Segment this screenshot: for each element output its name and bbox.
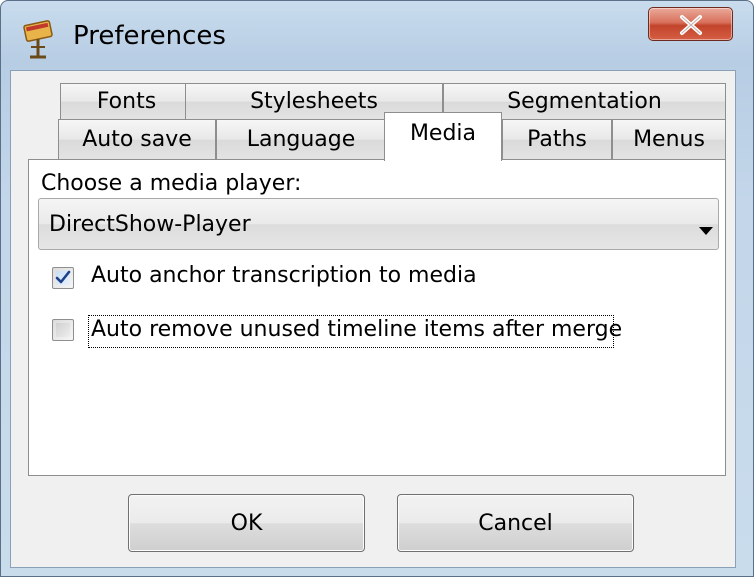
tab-menus[interactable]: Menus xyxy=(612,119,726,159)
preferences-dialog: Preferences Fonts Stylesheets Segmentati… xyxy=(0,0,754,577)
tab-label: Fonts xyxy=(96,89,157,114)
ok-button[interactable]: OK xyxy=(128,494,365,552)
tab-label: Language xyxy=(246,127,356,152)
media-player-select[interactable]: DirectShow-Player xyxy=(38,198,719,250)
tab-label: Auto save xyxy=(82,127,192,152)
tab-auto-save[interactable]: Auto save xyxy=(58,119,216,159)
window-title: Preferences xyxy=(73,21,226,51)
auto-anchor-checkbox[interactable] xyxy=(52,267,74,289)
cancel-button-label: Cancel xyxy=(478,510,553,536)
tab-media[interactable]: Media xyxy=(384,112,502,161)
preferences-app-icon xyxy=(19,17,63,61)
tab-label: Media xyxy=(409,120,477,146)
close-button[interactable] xyxy=(648,7,733,41)
tab-label: Paths xyxy=(527,127,587,152)
ok-button-label: OK xyxy=(230,510,263,536)
title-bar[interactable]: Preferences xyxy=(1,1,753,75)
auto-remove-label[interactable]: Auto remove unused timeline items after … xyxy=(91,317,622,342)
media-player-value: DirectShow-Player xyxy=(49,212,251,237)
tab-label: Menus xyxy=(633,127,705,152)
auto-remove-checkbox[interactable] xyxy=(52,319,74,341)
tab-label: Segmentation xyxy=(507,89,662,114)
cancel-button[interactable]: Cancel xyxy=(397,494,634,552)
auto-anchor-label[interactable]: Auto anchor transcription to media xyxy=(91,263,477,288)
tab-paths[interactable]: Paths xyxy=(502,119,612,159)
choose-media-player-label: Choose a media player: xyxy=(41,171,302,196)
tab-language[interactable]: Language xyxy=(216,119,386,159)
tab-fonts[interactable]: Fonts xyxy=(60,83,193,119)
tab-label: Stylesheets xyxy=(250,89,378,114)
chevron-down-icon xyxy=(699,221,713,240)
